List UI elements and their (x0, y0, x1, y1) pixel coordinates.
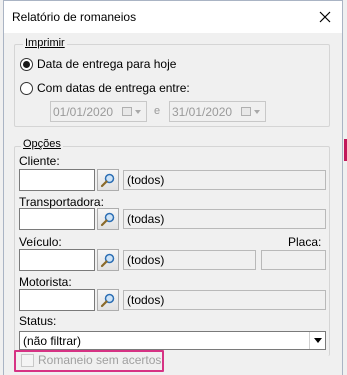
print-group-legend: Imprimir (23, 37, 67, 49)
transportadora-input[interactable] (19, 208, 95, 230)
radio-today-row[interactable]: Data de entrega para hoje (20, 57, 176, 71)
radio-range-label: Com datas de entrega entre: (37, 81, 190, 95)
status-selected-value: (não filtrar) (23, 333, 82, 348)
transportadora-display: (todas) (123, 209, 326, 229)
veiculo-label: Veículo: (19, 235, 62, 249)
veiculo-search-button[interactable] (97, 249, 119, 271)
close-button[interactable] (314, 6, 336, 28)
calendar-icon (241, 107, 251, 116)
date-to-value: 31/01/2020 (172, 104, 233, 119)
radio-today[interactable] (20, 57, 33, 71)
cliente-input[interactable] (19, 169, 95, 191)
magnifier-icon (100, 293, 115, 308)
radio-range-row[interactable]: Com datas de entrega entre: (20, 81, 190, 95)
cliente-display: (todos) (123, 170, 326, 190)
date-separator: e (154, 105, 161, 117)
placa-label: Placa: (288, 235, 322, 249)
status-label: Status: (19, 314, 57, 328)
romaneio-sem-acertos-label: Romaneio sem acertos (38, 353, 162, 367)
cliente-label: Cliente: (19, 154, 60, 168)
dialog-title: Relatório de romaneios (12, 10, 137, 24)
radio-range[interactable] (20, 81, 33, 95)
magnifier-icon (100, 212, 115, 227)
romaneio-sem-acertos-checkbox[interactable] (21, 354, 34, 367)
magnifier-icon (100, 253, 115, 268)
transportadora-search-button[interactable] (97, 208, 119, 230)
date-from-field[interactable]: 01/01/2020 (50, 101, 147, 122)
calendar-icon (122, 107, 132, 116)
status-select[interactable]: (não filtrar) (19, 331, 326, 350)
cliente-search-button[interactable] (97, 169, 119, 191)
report-dialog: Relatório de romaneios Imprimir Data de … (3, 0, 343, 375)
date-from-value: 01/01/2020 (53, 104, 114, 119)
background-window-right (343, 0, 347, 375)
motorista-display: (todos) (123, 290, 326, 310)
chevron-down-icon (254, 109, 260, 114)
motorista-label: Motorista: (19, 275, 72, 289)
date-to-field[interactable]: 31/01/2020 (169, 101, 266, 122)
motorista-input[interactable] (19, 289, 95, 311)
radio-today-label: Data de entrega para hoje (37, 57, 177, 71)
veiculo-display: (todos) (123, 250, 256, 270)
options-group-legend: Opções (21, 138, 63, 150)
placa-display (261, 250, 326, 270)
motorista-search-button[interactable] (97, 289, 119, 311)
chevron-down-icon (135, 109, 141, 114)
transportadora-label: Transportadora: (19, 195, 104, 209)
veiculo-input[interactable] (19, 249, 95, 271)
magnifier-icon (100, 173, 115, 188)
title-bar: Relatório de romaneios (4, 1, 342, 33)
close-icon (319, 11, 331, 23)
chevron-down-icon[interactable] (309, 332, 325, 349)
